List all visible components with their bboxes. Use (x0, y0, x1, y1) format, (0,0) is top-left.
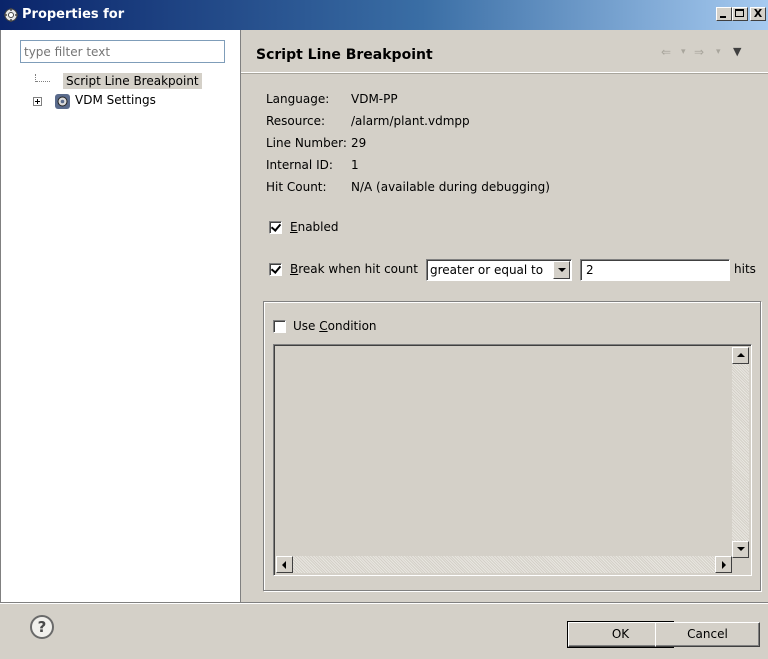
tree-item-vdm-settings[interactable]: VDM Settings (72, 93, 159, 111)
info-value: /alarm/plant.vdmpp (351, 114, 470, 128)
info-key: Hit Count: (266, 180, 327, 194)
hit-condition-value: greater or equal to (430, 263, 544, 277)
info-key: Resource: (266, 114, 326, 128)
use-condition-label[interactable]: Use Condition (293, 319, 377, 333)
vertical-scrollbar[interactable] (732, 347, 749, 558)
info-value: 29 (351, 136, 367, 150)
close-icon: X (753, 7, 763, 20)
window-title: Properties for (22, 7, 125, 22)
arrow-right-icon[interactable]: ⇒ (694, 45, 704, 59)
label-text: Use (293, 319, 320, 333)
hit-condition-select[interactable]: greater or equal to (426, 259, 572, 281)
label-text: ondition (327, 319, 377, 333)
scroll-left-icon[interactable] (276, 556, 293, 573)
info-key: Language: (266, 92, 330, 106)
chevron-down-icon[interactable]: ▾ (716, 45, 721, 59)
maximize-icon (735, 9, 744, 17)
title-bar: Properties for X (0, 0, 768, 30)
info-value: VDM-PP (351, 92, 398, 106)
horizontal-scrollbar[interactable] (276, 556, 732, 573)
properties-page: Script Line Breakpoint ⇐ ▾ ⇒ ▾ ▼ Languag… (240, 30, 768, 602)
info-key: Internal ID: (266, 158, 333, 172)
page-title: Script Line Breakpoint (256, 47, 433, 63)
use-condition-checkbox[interactable] (273, 320, 286, 333)
scroll-down-icon[interactable] (732, 541, 749, 558)
minimize-icon (720, 16, 726, 18)
page-header: Script Line Breakpoint ⇐ ▾ ⇒ ▾ ▼ (241, 30, 768, 73)
enabled-label[interactable]: Enabled (290, 220, 339, 234)
tree-connector (36, 81, 50, 82)
info-value: 1 (351, 158, 359, 172)
view-menu-icon[interactable]: ▼ (733, 45, 741, 59)
hits-label: hits (734, 262, 756, 276)
info-value: N/A (available during debugging) (351, 180, 550, 194)
expand-icon[interactable] (33, 97, 42, 106)
chevron-down-icon[interactable]: ▾ (681, 45, 686, 59)
enabled-checkbox[interactable] (269, 221, 282, 234)
mnemonic: B (290, 262, 299, 276)
cancel-button[interactable]: Cancel (655, 622, 760, 647)
chevron-down-icon[interactable] (553, 261, 570, 279)
tree-item-label: VDM Settings (75, 93, 156, 107)
minimize-button[interactable] (716, 7, 732, 21)
break-hit-count-checkbox[interactable] (269, 263, 282, 276)
condition-editor[interactable] (273, 344, 752, 576)
gear-icon (4, 8, 18, 22)
tree-item-label: Script Line Breakpoint (63, 73, 202, 89)
hit-count-input[interactable] (580, 259, 730, 281)
arrow-left-icon[interactable]: ⇐ (661, 45, 671, 59)
break-hit-count-label[interactable]: Break when hit count (290, 262, 418, 276)
label-text: nabled (297, 220, 339, 234)
filter-input[interactable] (20, 40, 225, 63)
tree-item-script-line-breakpoint[interactable]: Script Line Breakpoint (63, 73, 202, 92)
mnemonic: C (319, 319, 328, 333)
dialog-footer: ? OK Cancel (0, 602, 768, 659)
close-button[interactable]: X (750, 7, 766, 21)
label-text: reak when hit count (298, 262, 418, 276)
mnemonic: E (290, 220, 298, 234)
sidebar: Script Line Breakpoint VDM Settings (0, 30, 240, 602)
maximize-button[interactable] (732, 7, 748, 21)
help-button[interactable]: ? (30, 615, 54, 639)
scroll-right-icon[interactable] (715, 556, 732, 573)
vdm-gear-icon (55, 94, 70, 109)
info-key: Line Number: (266, 136, 347, 150)
scroll-up-icon[interactable] (732, 347, 749, 364)
